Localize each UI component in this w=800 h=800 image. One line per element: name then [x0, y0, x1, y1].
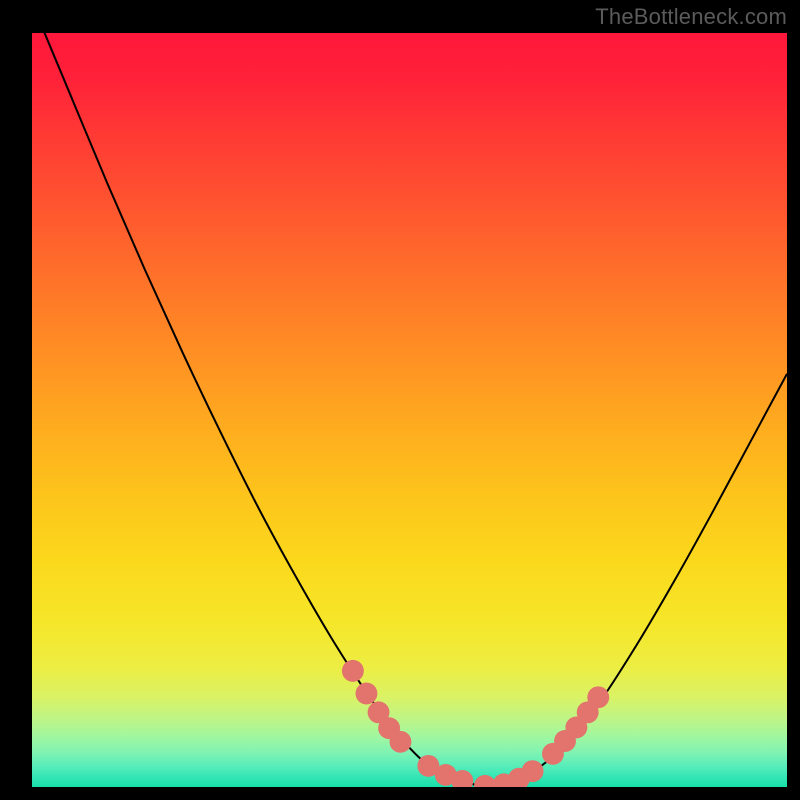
curve-layer [32, 33, 787, 787]
highlight-dots-group [342, 660, 609, 787]
highlight-dot [342, 660, 364, 682]
bottleneck-curve [32, 33, 787, 786]
highlight-dot [389, 731, 411, 753]
highlight-dot [587, 686, 609, 708]
highlight-dot [474, 775, 496, 787]
highlight-dot [356, 683, 378, 705]
highlight-dot [522, 760, 544, 782]
plot-area [32, 33, 787, 787]
watermark-text: TheBottleneck.com [595, 4, 787, 30]
